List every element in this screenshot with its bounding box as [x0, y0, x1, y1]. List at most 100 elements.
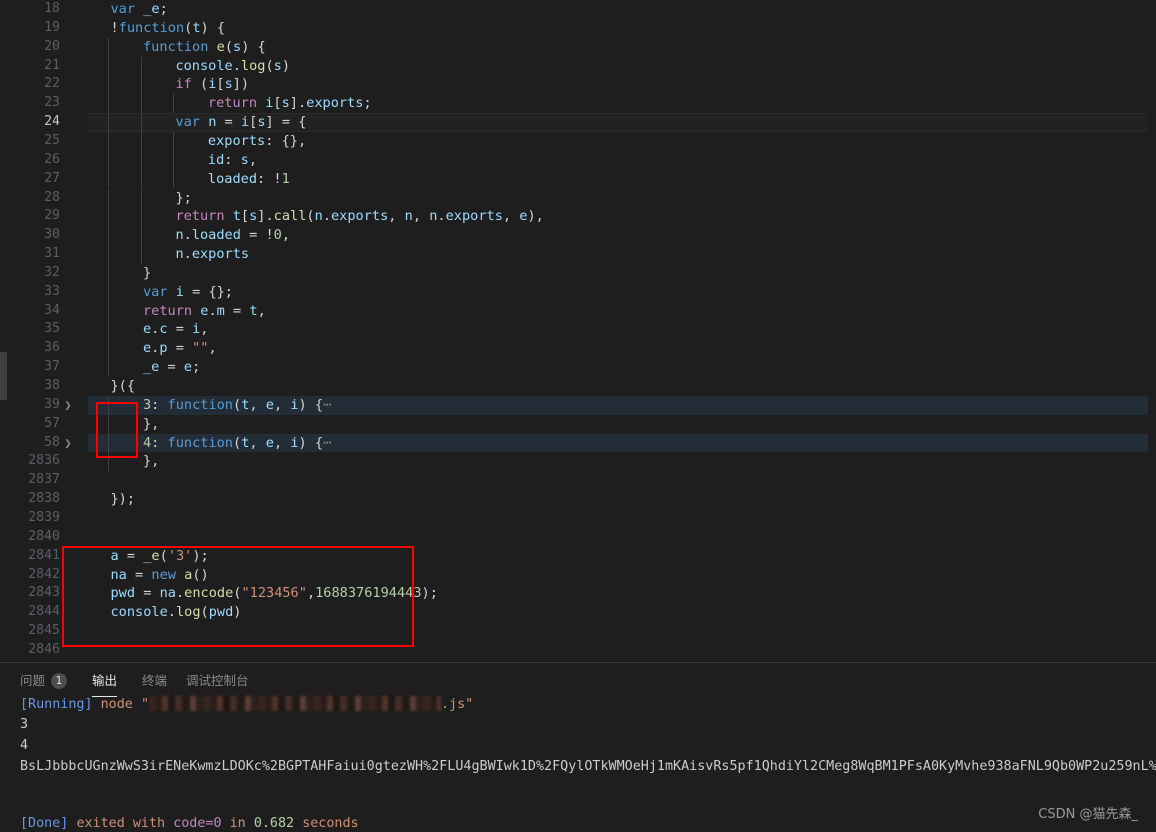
- code-token: 4: [142, 434, 152, 451]
- code-line[interactable]: 2845: [0, 622, 1156, 641]
- indent-guide: [108, 150, 110, 170]
- code-line[interactable]: 35 e.c = i,: [0, 320, 1156, 340]
- code-token: function: [167, 396, 233, 413]
- code-token: (: [265, 57, 274, 74]
- code-line[interactable]: 2841 a = _e('3');: [0, 547, 1156, 566]
- fold-collapsed-icon[interactable]: ❯: [62, 434, 74, 453]
- code-line[interactable]: 2846: [0, 641, 1156, 660]
- code-line[interactable]: 57},: [0, 414, 1156, 434]
- panel-tab-2[interactable]: 终端: [142, 670, 167, 694]
- output-line-running: [Running] node " .js": [20, 696, 473, 712]
- indent-guide: [108, 169, 110, 189]
- code-line[interactable]: 18 var _e;: [0, 0, 1156, 19]
- code-token: (: [224, 38, 233, 55]
- code-token: log: [175, 604, 201, 621]
- code-line[interactable]: 2839: [0, 509, 1156, 528]
- code-token: e: [142, 340, 152, 357]
- code-line[interactable]: 23 return i[s].exports;: [0, 94, 1156, 114]
- code-token: ;: [192, 359, 201, 376]
- code-line[interactable]: 27 loaded: !1: [0, 169, 1156, 189]
- code-token: ⋯: [323, 396, 332, 413]
- code-line[interactable]: 2837: [0, 471, 1156, 490]
- panel-tab-label: 输出: [92, 673, 118, 688]
- code-token: .: [175, 585, 185, 602]
- code-line[interactable]: 21 console.log(s): [0, 56, 1156, 76]
- indent-guide: [108, 113, 110, 132]
- code-line[interactable]: 33 var i = {};: [0, 282, 1156, 302]
- code-token: s: [273, 57, 282, 74]
- csdn-watermark: CSDN @猫先森_: [1038, 807, 1138, 822]
- output-console[interactable]: [Running] node " .js" 3 4 BsLJbbbcUGnzWwS…: [0, 694, 1156, 832]
- code-token: t: [192, 19, 201, 36]
- code-token: },: [142, 453, 160, 470]
- code-line[interactable]: 37 _e = e;: [0, 358, 1156, 377]
- code-line[interactable]: 2844 console.log(pwd): [0, 603, 1156, 622]
- line-number: 25: [44, 132, 60, 148]
- indent-guide: [108, 75, 110, 95]
- code-line[interactable]: 24 var n = i[s] = {: [0, 113, 1156, 132]
- done-in: in: [229, 816, 246, 831]
- code-token: [: [216, 76, 225, 93]
- code-token: loaded: [207, 170, 258, 187]
- code-token: a: [110, 547, 119, 564]
- code-token: ): [233, 604, 242, 621]
- code-token: ) {: [200, 19, 226, 36]
- code-line[interactable]: 2843 pwd = na.encode("123456",16883761944…: [0, 584, 1156, 603]
- code-token: [: [273, 95, 282, 112]
- indent-guide: [108, 339, 110, 359]
- code-token: :: [151, 434, 168, 451]
- code-token: exports: [445, 208, 503, 225]
- indent-guide: [140, 113, 142, 132]
- panel-tab-3[interactable]: 调试控制台: [186, 670, 249, 694]
- panel-tab-label: 问题: [20, 673, 46, 688]
- code-line[interactable]: 2840: [0, 528, 1156, 547]
- code-line[interactable]: 32}: [0, 263, 1156, 283]
- code-text: },: [143, 415, 159, 434]
- code-line[interactable]: 19 !function(t) {: [0, 19, 1156, 38]
- indent-guide: [108, 226, 110, 246]
- node-command: node: [100, 697, 133, 712]
- line-number: 30: [44, 227, 60, 243]
- code-line[interactable]: 2836},: [0, 452, 1156, 472]
- code-line[interactable]: 22 if (i[s]): [0, 75, 1156, 95]
- code-token: 3: [142, 396, 152, 413]
- code-text: exports: {},: [208, 132, 306, 151]
- code-token: s: [257, 114, 266, 131]
- code-text: id: s,: [208, 151, 257, 170]
- code-line[interactable]: 31 n.exports: [0, 245, 1156, 264]
- code-token: s: [224, 76, 233, 93]
- code-token: (: [200, 604, 209, 621]
- line-number: 22: [44, 76, 60, 92]
- code-line[interactable]: 20 function e(s) {: [0, 37, 1156, 57]
- code-line[interactable]: 36 e.p = "",: [0, 339, 1156, 359]
- fold-collapsed-icon[interactable]: ❯: [62, 396, 74, 415]
- code-token: (: [233, 434, 242, 451]
- code-text: console.log(pwd): [110, 603, 241, 622]
- panel-tab-1[interactable]: 输出: [92, 670, 118, 697]
- code-token: id: [207, 151, 225, 168]
- code-line[interactable]: 38}({: [0, 377, 1156, 396]
- code-line[interactable]: 29 return t[s].call(n.exports, n, n.expor…: [0, 207, 1156, 227]
- code-token: };: [175, 189, 192, 206]
- code-token: function: [118, 19, 185, 36]
- code-line[interactable]: 25 exports: {},: [0, 131, 1156, 151]
- code-token: ⋯: [323, 434, 332, 451]
- code-line[interactable]: 2838});: [0, 490, 1156, 509]
- code-line[interactable]: 2842 na = new a(): [0, 566, 1156, 585]
- code-editor[interactable]: 18 var _e; 19 !function(t) {20 function e(s)…: [0, 0, 1156, 662]
- code-line[interactable]: 28};: [0, 188, 1156, 208]
- indent-guide: [140, 131, 142, 151]
- panel-tab-0[interactable]: 问题 1: [20, 670, 68, 694]
- line-number: 2836: [28, 453, 60, 469]
- code-line[interactable]: 58 ❯ 4: function(t, e, i) {⋯: [0, 433, 1156, 453]
- code-token: (: [159, 547, 168, 564]
- code-line[interactable]: 39 ❯ 3: function(t, e, i) {⋯: [0, 395, 1156, 415]
- code-token: .: [232, 57, 241, 74]
- code-token: m: [216, 302, 225, 319]
- indent-guide: [140, 226, 142, 246]
- code-token: 0: [273, 227, 282, 244]
- code-line[interactable]: 34 return e.m = t,: [0, 301, 1156, 321]
- code-line[interactable]: 26 id: s,: [0, 150, 1156, 170]
- code-token: pwd: [208, 604, 234, 621]
- code-line[interactable]: 30 n.loaded = !0,: [0, 226, 1156, 246]
